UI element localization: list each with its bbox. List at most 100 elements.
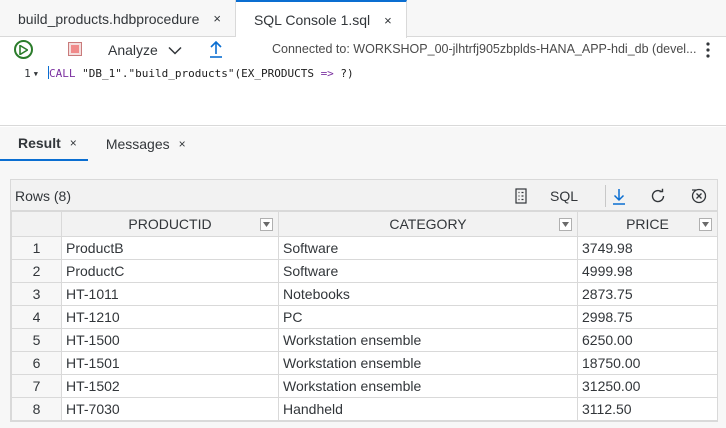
row-number: 8 — [11, 397, 62, 421]
cell-productid[interactable]: HT-1501 — [61, 351, 279, 375]
keyword-call: CALL — [49, 67, 76, 80]
table-row[interactable]: 5 HT-1500 Workstation ensemble 6250.00 — [11, 328, 718, 352]
cell-productid[interactable]: HT-1502 — [61, 374, 279, 398]
cell-price[interactable]: 18750.00 — [577, 351, 718, 375]
row-number: 7 — [11, 374, 62, 398]
result-panel: Result × Messages × Rows (8) SQL PRODUCT… — [0, 127, 726, 428]
tab-sql-console[interactable]: SQL Console 1.sql × — [235, 0, 407, 38]
toolbar-divider — [605, 185, 606, 207]
column-header-category[interactable]: CATEGORY — [278, 211, 578, 237]
stop-button[interactable] — [68, 42, 82, 56]
export-icon — [210, 40, 222, 58]
line-number: 1 — [24, 67, 31, 80]
sql-toolbar: Analyze Connected to: WORKSHOP_00-jlhtrf… — [0, 37, 726, 63]
analyze-button[interactable]: Analyze — [108, 39, 182, 61]
result-grid: Rows (8) SQL PRODUCTID CATEGORY PRICE 1 … — [10, 179, 718, 422]
columns-button[interactable] — [511, 185, 531, 207]
cell-category[interactable]: Notebooks — [278, 282, 578, 306]
tab-label: build_products.hdbprocedure — [18, 10, 200, 27]
tab-label: Result — [18, 135, 61, 151]
cell-price[interactable]: 6250.00 — [577, 328, 718, 352]
code-editor[interactable]: 1 ▼ CALL "DB_1"."build_products"(EX_PRODU… — [0, 63, 726, 126]
cell-price[interactable]: 3112.50 — [577, 397, 718, 421]
tab-messages[interactable]: Messages × — [88, 127, 197, 161]
table-row[interactable]: 8 HT-7030 Handheld 3112.50 — [11, 397, 718, 421]
column-header-price[interactable]: PRICE — [577, 211, 718, 237]
download-icon — [613, 188, 625, 205]
cell-category[interactable]: Handheld — [278, 397, 578, 421]
row-number: 6 — [11, 351, 62, 375]
refresh-icon — [651, 188, 665, 203]
column-header-rownum — [11, 211, 62, 237]
chevron-down-icon — [168, 46, 182, 55]
filter-icon[interactable] — [559, 218, 572, 231]
sql-button[interactable]: SQL — [549, 185, 579, 207]
run-button[interactable] — [14, 40, 33, 59]
tab-label: SQL Console 1.sql — [253, 12, 371, 28]
cell-productid[interactable]: ProductC — [61, 259, 279, 283]
filter-icon[interactable] — [699, 218, 712, 231]
refresh-button[interactable] — [648, 185, 668, 207]
cell-price[interactable]: 2873.75 — [577, 282, 718, 306]
grid-toolbar: Rows (8) SQL — [11, 180, 717, 211]
table-row[interactable]: 3 HT-1011 Notebooks 2873.75 — [11, 282, 718, 306]
cell-category[interactable]: Workstation ensemble — [278, 351, 578, 375]
cell-category[interactable]: Software — [278, 259, 578, 283]
export-button[interactable] — [206, 39, 226, 59]
close-icon[interactable]: × — [70, 136, 77, 150]
filter-icon[interactable] — [260, 218, 273, 231]
tab-build-products[interactable]: build_products.hdbprocedure × — [0, 0, 236, 37]
cell-price[interactable]: 4999.98 — [577, 259, 718, 283]
table-row[interactable]: 7 HT-1502 Workstation ensemble 31250.00 — [11, 374, 718, 398]
cell-category[interactable]: PC — [278, 305, 578, 329]
row-number: 1 — [11, 236, 62, 260]
fold-icon[interactable]: ▼ — [34, 70, 38, 78]
line-gutter: 1 ▼ — [0, 67, 44, 80]
header-row: PRODUCTID CATEGORY PRICE — [11, 211, 718, 237]
result-table: PRODUCTID CATEGORY PRICE 1 ProductB Soft… — [11, 211, 718, 421]
columns-icon — [515, 188, 527, 204]
column-header-productid[interactable]: PRODUCTID — [61, 211, 279, 237]
close-icon[interactable]: × — [384, 13, 392, 28]
close-icon[interactable]: × — [179, 137, 186, 151]
cell-category[interactable]: Workstation ensemble — [278, 374, 578, 398]
more-button[interactable] — [700, 41, 716, 59]
header-label: CATEGORY — [389, 216, 467, 232]
header-label: PRODUCTID — [128, 216, 212, 232]
cell-price[interactable]: 3749.98 — [577, 236, 718, 260]
table-row[interactable]: 2 ProductC Software 4999.98 — [11, 259, 718, 283]
cell-price[interactable]: 31250.00 — [577, 374, 718, 398]
download-button[interactable] — [609, 185, 629, 207]
header-label: PRICE — [626, 216, 669, 232]
clear-filter-button[interactable] — [689, 185, 709, 207]
code-tail: ?) — [333, 67, 354, 80]
cell-productid[interactable]: HT-1210 — [61, 305, 279, 329]
cell-productid[interactable]: HT-1011 — [61, 282, 279, 306]
row-number: 2 — [11, 259, 62, 283]
more-icon — [706, 42, 710, 58]
table-row[interactable]: 4 HT-1210 PC 2998.75 — [11, 305, 718, 329]
rows-count: Rows (8) — [15, 188, 72, 204]
row-number: 5 — [11, 328, 62, 352]
procedure-name: "build_products" — [128, 67, 235, 80]
code-dot: . — [121, 67, 129, 80]
cell-productid[interactable]: HT-7030 — [61, 397, 279, 421]
cell-productid[interactable]: HT-1500 — [61, 328, 279, 352]
editor-tab-bar: build_products.hdbprocedure × SQL Consol… — [0, 0, 726, 38]
clear-filter-icon — [691, 188, 707, 204]
code-line[interactable]: CALL "DB_1"."build_products"(EX_PRODUCTS… — [48, 66, 354, 80]
code-args: (EX_PRODUCTS — [234, 67, 321, 80]
table-row[interactable]: 6 HT-1501 Workstation ensemble 18750.00 — [11, 351, 718, 375]
run-icon — [19, 44, 28, 55]
tab-result[interactable]: Result × — [0, 127, 88, 161]
tab-label: Messages — [105, 136, 170, 152]
analyze-label: Analyze — [108, 42, 158, 58]
close-icon[interactable]: × — [213, 11, 221, 26]
schema-name: "DB_1" — [82, 67, 122, 80]
cell-price[interactable]: 2998.75 — [577, 305, 718, 329]
cell-category[interactable]: Software — [278, 236, 578, 260]
operator-arrow: => — [320, 67, 334, 80]
table-row[interactable]: 1 ProductB Software 3749.98 — [11, 236, 718, 260]
cell-category[interactable]: Workstation ensemble — [278, 328, 578, 352]
cell-productid[interactable]: ProductB — [61, 236, 279, 260]
